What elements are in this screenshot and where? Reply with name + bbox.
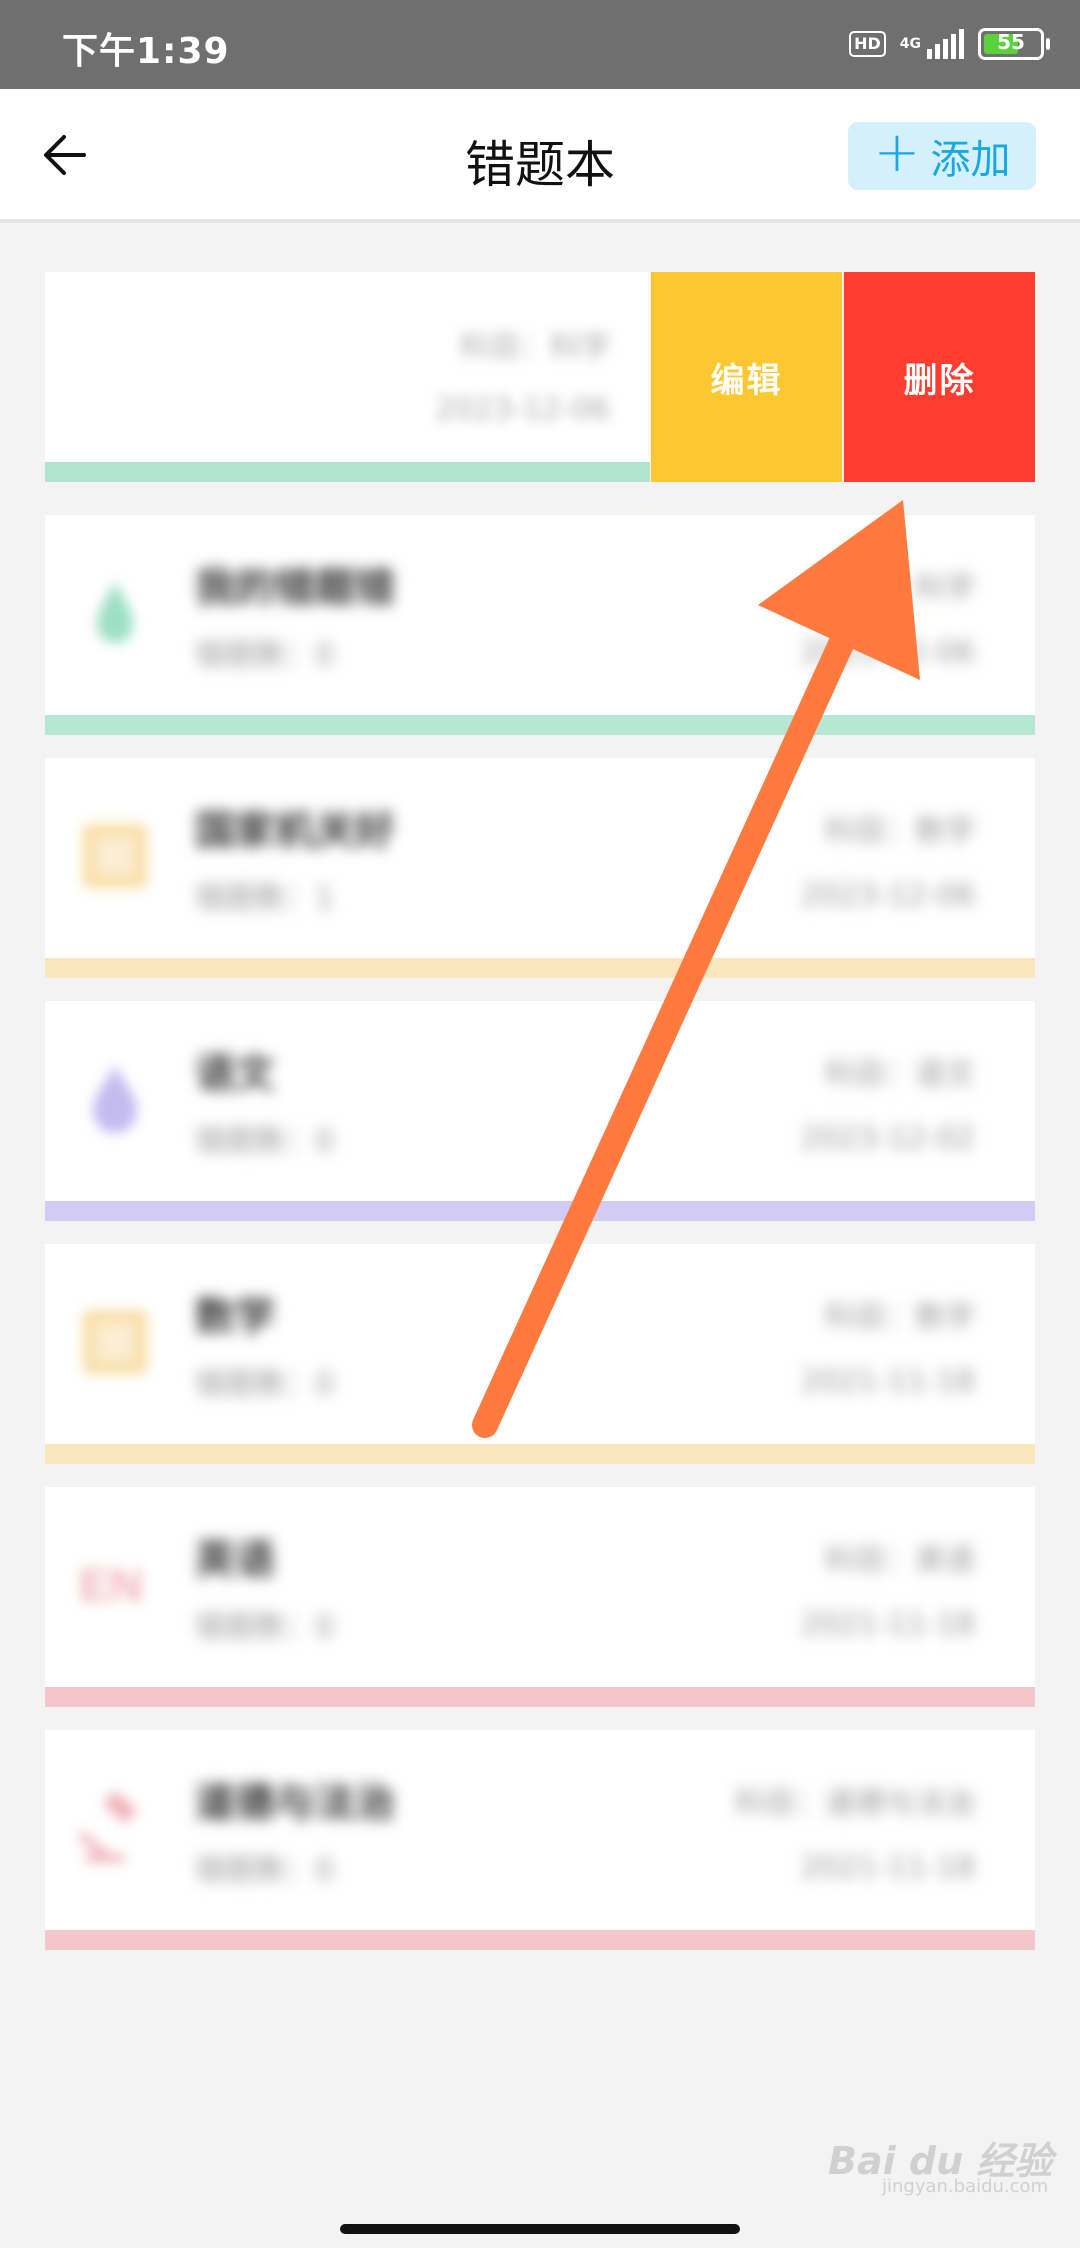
list-item[interactable]: 国家机关好 错题数：1 科目：数学 2023-12-06 — [45, 758, 1035, 978]
hd-icon: HD — [849, 31, 886, 57]
battery-level: 55 — [997, 30, 1025, 54]
item-subject: 科目：科学 — [825, 571, 975, 606]
ink-drop-icon — [75, 1059, 155, 1139]
list-item[interactable]: EN 英语 错题数：0 科目：英语 2021-11-18 — [45, 1487, 1035, 1707]
math-icon — [75, 1302, 155, 1382]
flask-icon — [75, 573, 155, 653]
en-icon: EN — [75, 1545, 155, 1625]
item-mistake-count: 错题数：0 — [195, 1853, 335, 1888]
item-subject: 科目：数学 — [825, 1300, 975, 1335]
status-icons: HD 4G 55 — [849, 22, 1050, 66]
add-button-label: 添加 — [930, 137, 1011, 183]
item-date: 2021-11-18 — [800, 1607, 975, 1642]
item-mistake-count: 错题数：1 — [195, 881, 335, 916]
item-name: 英语 — [195, 1537, 275, 1583]
item-color-bar — [45, 1930, 1035, 1950]
item-date: 2023-12-02 — [800, 1121, 975, 1156]
item-color-bar — [45, 958, 1035, 978]
list-item[interactable]: 我的错题错 错题数：0 科目：科学 2023-12-06 — [45, 515, 1035, 735]
item-date: 2021-11-18 — [800, 1850, 975, 1885]
item-mistake-count: 错题数：0 — [195, 1124, 335, 1159]
status-time: 下午1:39 — [62, 31, 230, 72]
add-button[interactable]: + 添加 — [848, 122, 1036, 190]
network-type: 4G — [899, 36, 921, 52]
watermark-url: jingyan.baidu.com — [882, 2176, 1049, 2197]
swiped-item-content[interactable]: 科目：科学 2023-12-06 — [45, 272, 650, 482]
item-name: 数学 — [195, 1294, 275, 1340]
item-color-bar — [45, 1201, 1035, 1221]
swiped-item-subject: 科目：科学 — [460, 330, 610, 365]
item-name: 道德与法治 — [195, 1780, 395, 1826]
edit-button[interactable]: 编辑 — [651, 272, 842, 482]
item-name: 语文 — [195, 1051, 275, 1097]
gavel-icon — [75, 1788, 155, 1868]
item-date: 2023-12-06 — [800, 635, 975, 670]
item-mistake-count: 错题数：0 — [195, 1367, 335, 1402]
swiped-item-date: 2023-12-06 — [435, 392, 610, 427]
app-header: 错题本 + 添加 — [0, 89, 1080, 223]
svg-text:EN: EN — [79, 1559, 143, 1611]
list-item[interactable]: 语文 错题数：0 科目：语文 2023-12-02 — [45, 1001, 1035, 1221]
signal-icon — [927, 29, 964, 59]
plus-icon: + — [873, 120, 921, 185]
item-subject: 科目：道德与法治 — [735, 1786, 975, 1821]
status-bar: 下午1:39 HD 4G 55 — [0, 0, 1080, 89]
list-item[interactable]: 道德与法治 错题数：0 科目：道德与法治 2021-11-18 — [45, 1730, 1035, 1950]
swiped-list-item[interactable]: 科目：科学 2023-12-06 编辑 删除 — [45, 272, 1035, 482]
item-color-bar — [45, 1687, 1035, 1707]
item-color-bar — [45, 1444, 1035, 1464]
item-subject: 科目：语文 — [825, 1057, 975, 1092]
mistake-book-list: 科目：科学 2023-12-06 编辑 删除 我的错题错 错题数：0 科目：科学… — [45, 272, 1035, 1973]
item-color-bar — [45, 715, 1035, 735]
home-indicator[interactable] — [340, 2224, 740, 2234]
item-mistake-count: 错题数：0 — [195, 1610, 335, 1645]
item-name: 我的错题错 — [195, 565, 395, 611]
item-subject: 科目：英语 — [825, 1543, 975, 1578]
item-date: 2023-12-06 — [800, 878, 975, 913]
math-icon — [75, 816, 155, 896]
list-item[interactable]: 数学 错题数：0 科目：数学 2021-11-18 — [45, 1244, 1035, 1464]
delete-button[interactable]: 删除 — [844, 272, 1035, 482]
item-subject: 科目：数学 — [825, 814, 975, 849]
battery-icon: 55 — [978, 28, 1050, 60]
item-name: 国家机关好 — [195, 808, 395, 854]
swiped-item-color-bar — [45, 462, 650, 482]
item-date: 2021-11-18 — [800, 1364, 975, 1399]
item-mistake-count: 错题数：0 — [195, 638, 335, 673]
